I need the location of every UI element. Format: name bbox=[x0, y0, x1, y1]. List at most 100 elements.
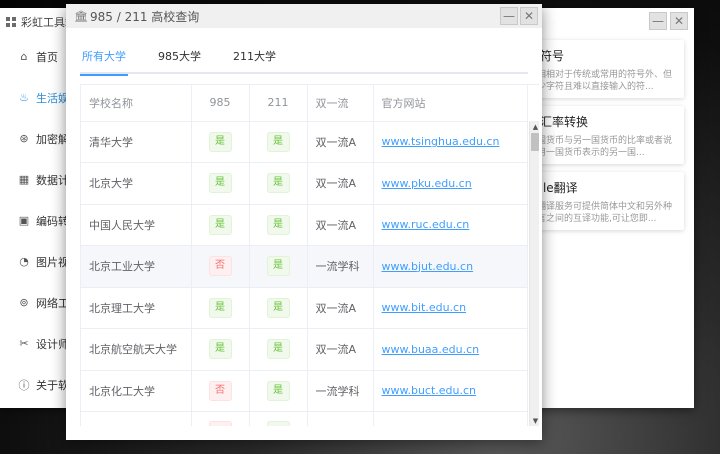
calculator-icon: ▦ bbox=[18, 173, 30, 186]
scroll-down-arrow-icon[interactable]: ▼ bbox=[531, 416, 539, 426]
sidebar-item-life[interactable]: ♨ 生活娱 bbox=[0, 77, 70, 118]
network-icon: ⊚ bbox=[19, 296, 29, 309]
double-first-class-cell bbox=[307, 411, 374, 426]
scroll-up-arrow-icon[interactable]: ▲ bbox=[531, 122, 539, 132]
school-name: 清华大学 bbox=[89, 135, 133, 149]
table-header-row: 学校名称 985 211 双一流 官方网站 bbox=[81, 85, 528, 122]
is-211-cell: 是 bbox=[249, 370, 308, 412]
is-211-tag bbox=[266, 420, 290, 426]
school-name-cell: 中国人民大学 bbox=[81, 204, 192, 246]
website-cell: www.pku.edu.cn bbox=[373, 162, 528, 205]
sidebar-item-image[interactable]: ◔ 图片视 bbox=[0, 241, 70, 282]
column-header-name[interactable]: 学校名称 bbox=[81, 85, 192, 122]
is-211-cell: 是 bbox=[249, 204, 308, 246]
university-query-dialog: 🏛 985 / 211 高校查询 — ✕ 所有大学 985大学 211大学 学校… bbox=[66, 4, 542, 440]
website-cell: www.buaa.edu.cn bbox=[373, 328, 528, 371]
is-985-tag bbox=[208, 420, 232, 426]
is-211-cell: 是 bbox=[249, 121, 308, 163]
sidebar-item-label: 生活娱 bbox=[36, 91, 69, 105]
encrypt-icon: ⊛ bbox=[19, 132, 29, 145]
school-name-cell: 北京理工大学 bbox=[81, 287, 192, 329]
sidebar-item-label: 数据计 bbox=[36, 173, 69, 187]
main-minimize-button[interactable]: — bbox=[649, 12, 667, 30]
website-cell: www.ruc.edu.cn bbox=[373, 204, 528, 246]
university-icon: 🏛 bbox=[74, 9, 88, 23]
tab-all-universities[interactable]: 所有大学 bbox=[80, 42, 128, 76]
main-close-button[interactable]: ✕ bbox=[670, 12, 688, 30]
tab-985-universities[interactable]: 985大学 bbox=[156, 42, 203, 74]
sidebar-item-label: 设计师 bbox=[36, 337, 69, 351]
double-first-class-cell: 双一流A bbox=[307, 204, 374, 246]
is-985-cell: 是 bbox=[191, 204, 250, 246]
column-header-985[interactable]: 985 bbox=[191, 85, 250, 122]
is-985-cell: 是 bbox=[191, 287, 250, 329]
image-icon: ◔ bbox=[19, 255, 29, 268]
official-website-link[interactable]: www.ruc.edu.cn bbox=[382, 218, 470, 231]
is-211-cell: 是 bbox=[249, 162, 308, 205]
table-row[interactable]: 中国人民大学 是 是 双一流A www.ruc.edu.cn bbox=[81, 204, 528, 246]
table-row[interactable]: 北京航空航天大学 是 是 双一流A www.buaa.edu.cn bbox=[81, 328, 528, 371]
card-description: 的翻译服务可提供简体中文和另外种语言之间的互译功能,可让您即... bbox=[528, 202, 673, 224]
double-first-class-value: 双一流A bbox=[315, 218, 357, 232]
column-header-website[interactable]: 官方网站 bbox=[373, 85, 528, 122]
is-211-cell: 是 bbox=[249, 245, 308, 288]
is-985-tag: 是 bbox=[208, 173, 232, 194]
tool-card-exchange-rate[interactable]: 门汇率转换 一国货币与另一国货币的比率或者说是用一国货币表示的另一国... bbox=[520, 106, 684, 164]
card-description: 一国货币与另一国货币的比率或者说是用一国货币表示的另一国... bbox=[528, 136, 673, 158]
card-title: 门汇率转换 bbox=[528, 115, 589, 129]
scrollbar-thumb[interactable] bbox=[531, 133, 539, 151]
card-description: 提相相对于传统或常用的符号外、但更少字符且难以直接输入的符... bbox=[528, 70, 673, 92]
official-website-link[interactable]: www.bjut.edu.cn bbox=[382, 260, 474, 273]
is-211-cell: 是 bbox=[249, 328, 308, 371]
column-header-211[interactable]: 211 bbox=[249, 85, 308, 122]
is-985-tag: 否 bbox=[208, 256, 232, 277]
sidebar-item-design[interactable]: ✂ 设计师 bbox=[0, 323, 70, 364]
tab-211-universities[interactable]: 211大学 bbox=[231, 42, 278, 74]
table-row[interactable]: 清华大学 是 是 双一流A www.tsinghua.edu.cn bbox=[81, 121, 528, 163]
school-name: 北京大学 bbox=[89, 177, 133, 191]
school-name-cell: 清华大学 bbox=[81, 121, 192, 163]
website-cell: www.tsinghua.edu.cn bbox=[373, 121, 528, 163]
official-website-link[interactable]: www.pku.edu.cn bbox=[382, 177, 472, 190]
tool-card-special-symbols[interactable]: 殊符号 提相相对于传统或常用的符号外、但更少字符且难以直接输入的符... bbox=[520, 40, 684, 98]
official-website-link[interactable]: www.bit.edu.cn bbox=[382, 301, 467, 314]
table-row[interactable]: 北京大学 是 是 双一流A www.pku.edu.cn bbox=[81, 162, 528, 205]
sidebar-item-encrypt[interactable]: ⊛ 加密解 bbox=[0, 118, 70, 159]
tool-card-google-translate[interactable]: ogle翻译 的翻译服务可提供简体中文和另外种语言之间的互译功能,可让您即... bbox=[520, 172, 684, 230]
table-row[interactable]: 北京工业大学 否 是 一流学科 www.bjut.edu.cn bbox=[81, 245, 528, 288]
sidebar-item-about[interactable]: ⓘ 关于软 bbox=[0, 364, 70, 405]
official-website-link[interactable]: www.tsinghua.edu.cn bbox=[382, 135, 500, 148]
university-table: 学校名称 985 211 双一流 官方网站 清华大学是是双一流A www.tsin… bbox=[80, 84, 539, 426]
sidebar-item-encode[interactable]: ▣ 编码转 bbox=[0, 200, 70, 241]
website-cell bbox=[373, 411, 528, 426]
card-title: ogle翻译 bbox=[528, 181, 578, 195]
is-985-cell: 是 bbox=[191, 162, 250, 205]
sidebar: ⌂ 首页 ♨ 生活娱 ⊛ 加密解 ▦ 数据计 ▣ 编码转 ◔ 图片视 ⊚ 网络工… bbox=[0, 36, 70, 405]
school-name-cell: 北京工业大学 bbox=[81, 245, 192, 288]
table-row[interactable]: 北京化工大学 否 是 一流学科 www.buct.edu.cn bbox=[81, 370, 528, 412]
table-scrollbar[interactable]: ▲ ▼ bbox=[529, 121, 539, 426]
dialog-minimize-button[interactable]: — bbox=[500, 7, 518, 25]
is-211-tag: 是 bbox=[266, 131, 290, 152]
table-row[interactable]: 北京理工大学 是 是 双一流A www.bit.edu.cn bbox=[81, 287, 528, 329]
dialog-close-button[interactable]: ✕ bbox=[520, 7, 538, 25]
school-name-cell: 北京航空航天大学 bbox=[81, 328, 192, 371]
school-name-cell: 北京化工大学 bbox=[81, 370, 192, 412]
main-window-controls: — ✕ bbox=[649, 12, 688, 30]
official-website-link[interactable]: www.buct.edu.cn bbox=[382, 384, 477, 397]
sidebar-item-label: 编码转 bbox=[36, 214, 69, 228]
code-icon: ▣ bbox=[18, 214, 30, 227]
design-icon: ✂ bbox=[19, 337, 29, 350]
sidebar-item-network[interactable]: ⊚ 网络工 bbox=[0, 282, 70, 323]
double-first-class-cell: 一流学科 bbox=[307, 245, 374, 288]
sidebar-item-home[interactable]: ⌂ 首页 bbox=[0, 36, 70, 77]
home-icon: ⌂ bbox=[20, 50, 28, 63]
school-name-cell: 北京大学 bbox=[81, 162, 192, 205]
column-header-double-first-class[interactable]: 双一流 bbox=[307, 85, 374, 122]
is-985-tag: 是 bbox=[208, 339, 232, 360]
double-first-class-value: 双一流A bbox=[315, 301, 357, 315]
life-icon: ♨ bbox=[19, 91, 29, 104]
table-row-partial[interactable] bbox=[81, 411, 528, 426]
official-website-link[interactable]: www.buaa.edu.cn bbox=[382, 343, 480, 356]
sidebar-item-calculate[interactable]: ▦ 数据计 bbox=[0, 159, 70, 200]
